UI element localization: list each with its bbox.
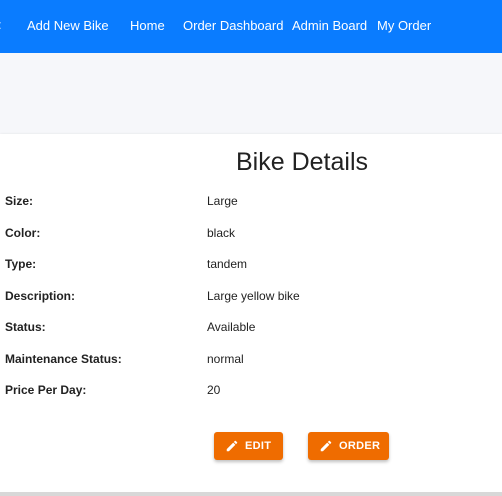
detail-row-size: Size: Large bbox=[0, 194, 502, 214]
order-button-label: ORDER bbox=[339, 440, 381, 452]
detail-label: Maintenance Status: bbox=[5, 352, 122, 366]
detail-row-description: Description: Large yellow bike bbox=[0, 289, 502, 309]
nav-order-dashboard[interactable]: Order Dashboard bbox=[183, 18, 283, 33]
nav-my-order[interactable]: My Order bbox=[377, 18, 431, 33]
nav-overflow-fragment: : bbox=[0, 17, 2, 32]
detail-label: Price Per Day: bbox=[5, 383, 87, 397]
detail-value: tandem bbox=[207, 257, 248, 271]
detail-row-type: Type: tandem bbox=[0, 257, 502, 277]
top-navbar: : Add New Bike Home Order Dashboard Admi… bbox=[0, 0, 502, 53]
edit-button[interactable]: EDIT bbox=[214, 432, 283, 460]
detail-label: Type: bbox=[5, 257, 37, 271]
detail-value: Large bbox=[207, 194, 238, 208]
detail-row-color: Color: black bbox=[0, 226, 502, 246]
nav-admin-board[interactable]: Admin Board bbox=[292, 18, 367, 33]
detail-value: 20 bbox=[207, 383, 221, 397]
detail-row-maintenance-status: Maintenance Status: normal bbox=[0, 352, 502, 372]
detail-row-status: Status: Available bbox=[0, 320, 502, 340]
detail-label: Status: bbox=[5, 320, 46, 334]
nav-add-new-bike[interactable]: Add New Bike bbox=[27, 18, 109, 33]
detail-label: Size: bbox=[5, 194, 34, 208]
detail-value: Available bbox=[207, 320, 256, 334]
pencil-icon bbox=[320, 440, 332, 452]
bike-details-card: Bike Details Size: Large Color: black Ty… bbox=[0, 134, 502, 492]
nav-home[interactable]: Home bbox=[130, 18, 165, 33]
detail-label: Color: bbox=[5, 226, 41, 240]
page-title: Bike Details bbox=[236, 148, 368, 176]
detail-value: black bbox=[207, 226, 236, 240]
detail-value: normal bbox=[207, 352, 244, 366]
pencil-icon bbox=[226, 440, 238, 452]
detail-row-price-per-day: Price Per Day: 20 bbox=[0, 383, 502, 403]
edit-button-label: EDIT bbox=[245, 440, 272, 452]
detail-label: Description: bbox=[5, 289, 76, 303]
bottom-divider bbox=[0, 492, 502, 496]
order-button[interactable]: ORDER bbox=[308, 432, 389, 460]
detail-value: Large yellow bike bbox=[207, 289, 300, 303]
